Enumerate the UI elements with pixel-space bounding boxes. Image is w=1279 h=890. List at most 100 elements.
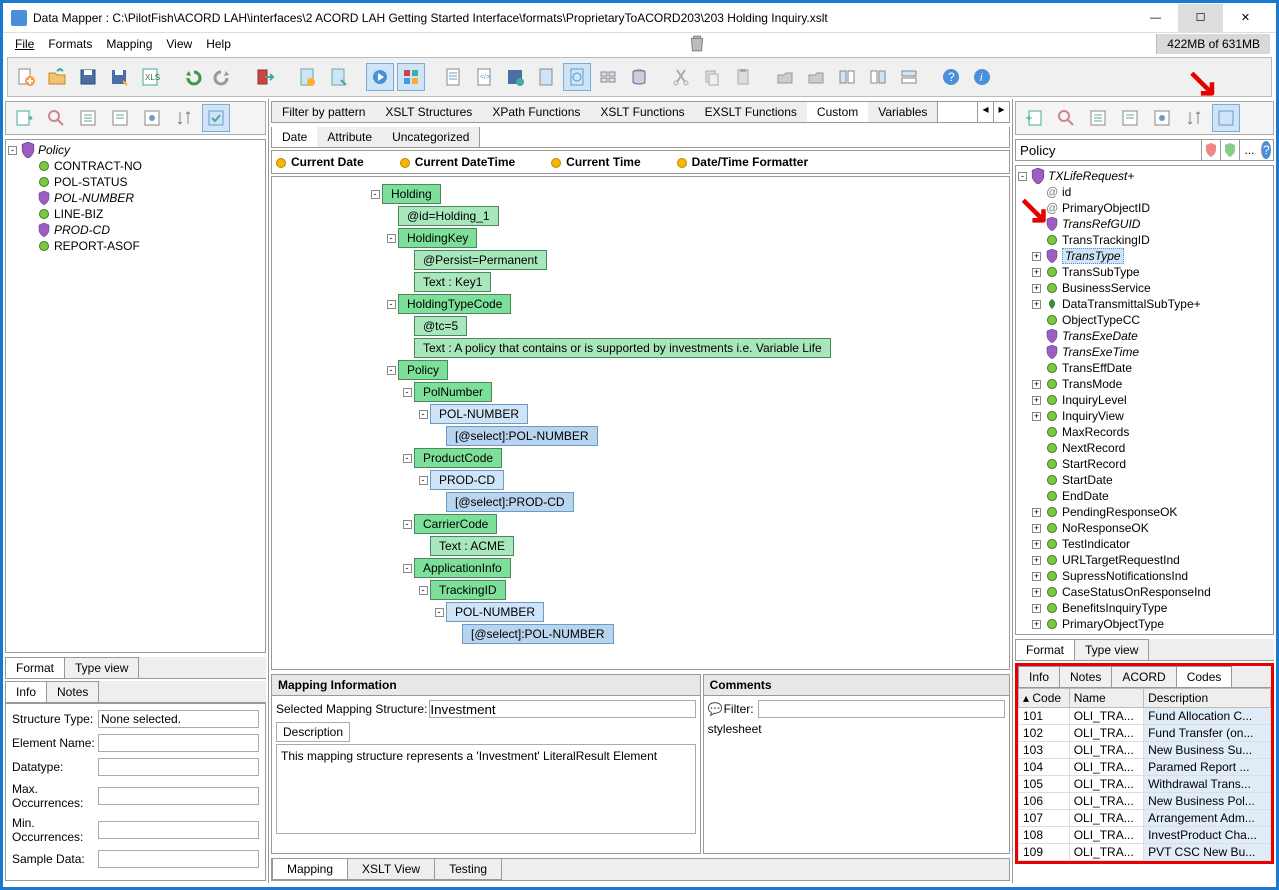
menu-view[interactable]: View [160, 35, 198, 53]
option-item[interactable]: Date/Time Formatter [677, 155, 808, 169]
tree-item[interactable]: @PrimaryObjectID [1032, 200, 1271, 216]
datatype-input[interactable] [98, 758, 259, 776]
menu-file[interactable]: File [9, 35, 40, 53]
center-tab[interactable]: Custom [807, 102, 869, 122]
tab-mapping[interactable]: Mapping [272, 859, 348, 880]
left-search-icon[interactable] [42, 104, 70, 132]
tree-item[interactable]: LINE-BIZ [24, 206, 263, 222]
table-row[interactable]: 106OLI_TRA...New Business Pol... [1019, 793, 1271, 810]
option-item[interactable]: Current Date [276, 155, 364, 169]
exp[interactable]: - [419, 476, 428, 485]
exp[interactable]: - [1018, 172, 1027, 181]
grid-icon[interactable] [594, 63, 622, 91]
cut-icon[interactable] [667, 63, 695, 91]
tab-notes[interactable]: Notes [46, 681, 99, 702]
node-holdingkey[interactable]: HoldingKey [398, 228, 477, 248]
exp[interactable]: - [403, 520, 412, 529]
code-icon[interactable]: </> [470, 63, 498, 91]
node-holding[interactable]: Holding [382, 184, 441, 204]
tree-item[interactable]: CONTRACT-NO [24, 158, 263, 174]
node-prodcode[interactable]: ProductCode [414, 448, 502, 468]
node-tctext[interactable]: Text : A policy that contains or is supp… [414, 338, 831, 358]
center-subtab[interactable]: Uncategorized [382, 127, 480, 147]
maximize-button[interactable]: ☐ [1178, 4, 1223, 32]
help-icon[interactable]: ? [937, 63, 965, 91]
center-tab[interactable]: XSLT Structures [375, 102, 483, 122]
list1-icon[interactable] [439, 63, 467, 91]
copy-icon[interactable] [698, 63, 726, 91]
fold1-icon[interactable] [771, 63, 799, 91]
center-subtab[interactable]: Date [272, 127, 318, 147]
excel-icon[interactable]: XLS [136, 63, 164, 91]
right-root[interactable]: TXLifeRequest+ [1048, 169, 1134, 183]
codes-tab[interactable]: Codes [1176, 666, 1233, 687]
tree-item[interactable]: +PendingResponseOK [1032, 504, 1271, 520]
tab-typeview[interactable]: Type view [64, 657, 139, 678]
menu-formats[interactable]: Formats [42, 35, 98, 53]
tree-item[interactable]: TransEffDate [1032, 360, 1271, 376]
tree-item[interactable]: +URLTargetRequestInd [1032, 552, 1271, 568]
tree-item[interactable]: POL-NUMBER [24, 190, 263, 206]
paste-icon[interactable] [729, 63, 757, 91]
panel1-icon[interactable] [833, 63, 861, 91]
node-prodcd[interactable]: PROD-CD [430, 470, 504, 490]
tree-item[interactable]: +SupressNotificationsInd [1032, 568, 1271, 584]
sel-struct-input[interactable] [429, 700, 695, 718]
node-carrier[interactable]: CarrierCode [414, 514, 497, 534]
codes-tab[interactable]: Info [1018, 666, 1060, 687]
play1-icon[interactable] [366, 63, 394, 91]
exp[interactable]: - [371, 190, 380, 199]
tree-item[interactable]: +TransSubType [1032, 264, 1271, 280]
right-list-icon[interactable] [1084, 104, 1112, 132]
exp[interactable]: - [387, 366, 396, 375]
right-list2-icon[interactable] [1116, 104, 1144, 132]
center-tab[interactable]: XPath Functions [482, 102, 591, 122]
right-filter-input[interactable] [1016, 141, 1201, 159]
node-key1[interactable]: Text : Key1 [414, 272, 491, 292]
tree-item[interactable]: +TestIndicator [1032, 536, 1271, 552]
fold2-icon[interactable] [802, 63, 830, 91]
codes-tab[interactable]: Notes [1059, 666, 1112, 687]
exit-icon[interactable] [251, 63, 279, 91]
right-tree[interactable]: -TXLifeRequest+ @id@PrimaryObjectIDTrans… [1015, 165, 1274, 635]
tree-item[interactable]: +DataTransmittalSubType+ [1032, 296, 1271, 312]
sample-input[interactable] [98, 850, 259, 868]
structure-type-input[interactable] [98, 710, 259, 728]
node-polnum-sel[interactable]: [@select]:POL-NUMBER [446, 426, 598, 446]
tree-item[interactable]: +TransType [1032, 248, 1271, 264]
tree-item[interactable]: REPORT-ASOF [24, 238, 263, 254]
doc4-icon[interactable] [563, 63, 591, 91]
right-sort-icon[interactable] [1180, 104, 1208, 132]
node-tc5[interactable]: @tc=5 [414, 316, 467, 336]
option-item[interactable]: Current Time [551, 155, 640, 169]
undo-icon[interactable] [178, 63, 206, 91]
tab-format-r[interactable]: Format [1015, 639, 1075, 660]
right-search-icon[interactable] [1052, 104, 1080, 132]
center-subtab[interactable]: Attribute [317, 127, 383, 147]
tree-item[interactable]: EndDate [1032, 488, 1271, 504]
more-button[interactable]: ... [1239, 140, 1258, 160]
tree-item[interactable]: +NoResponseOK [1032, 520, 1271, 536]
table-row[interactable]: 103OLI_TRA...New Business Su... [1019, 742, 1271, 759]
left-list1-icon[interactable] [74, 104, 102, 132]
trash-icon[interactable] [688, 35, 706, 53]
node-polnum[interactable]: PolNumber [414, 382, 492, 402]
element-name-input[interactable] [98, 734, 259, 752]
node-tracking[interactable]: TrackingID [430, 580, 506, 600]
filter-shield-pink[interactable] [1201, 140, 1220, 160]
table-row[interactable]: 105OLI_TRA...Withdrawal Trans... [1019, 776, 1271, 793]
filter-shield-green[interactable] [1220, 140, 1239, 160]
min-input[interactable] [98, 821, 259, 839]
help-button[interactable]: ? [1261, 141, 1271, 159]
right-select-icon[interactable] [1212, 104, 1240, 132]
expand-toggle[interactable]: - [8, 146, 17, 155]
tree-item[interactable]: +TransMode [1032, 376, 1271, 392]
exp[interactable]: - [387, 234, 396, 243]
tree-item[interactable]: MaxRecords [1032, 424, 1271, 440]
tab-scroll-right[interactable]: ▸ [993, 102, 1009, 122]
center-tab[interactable]: EXSLT Functions [695, 102, 808, 122]
info-icon[interactable]: i [968, 63, 996, 91]
node-acme[interactable]: Text : ACME [430, 536, 514, 556]
panel2-icon[interactable] [864, 63, 892, 91]
tree-item[interactable]: StartRecord [1032, 456, 1271, 472]
